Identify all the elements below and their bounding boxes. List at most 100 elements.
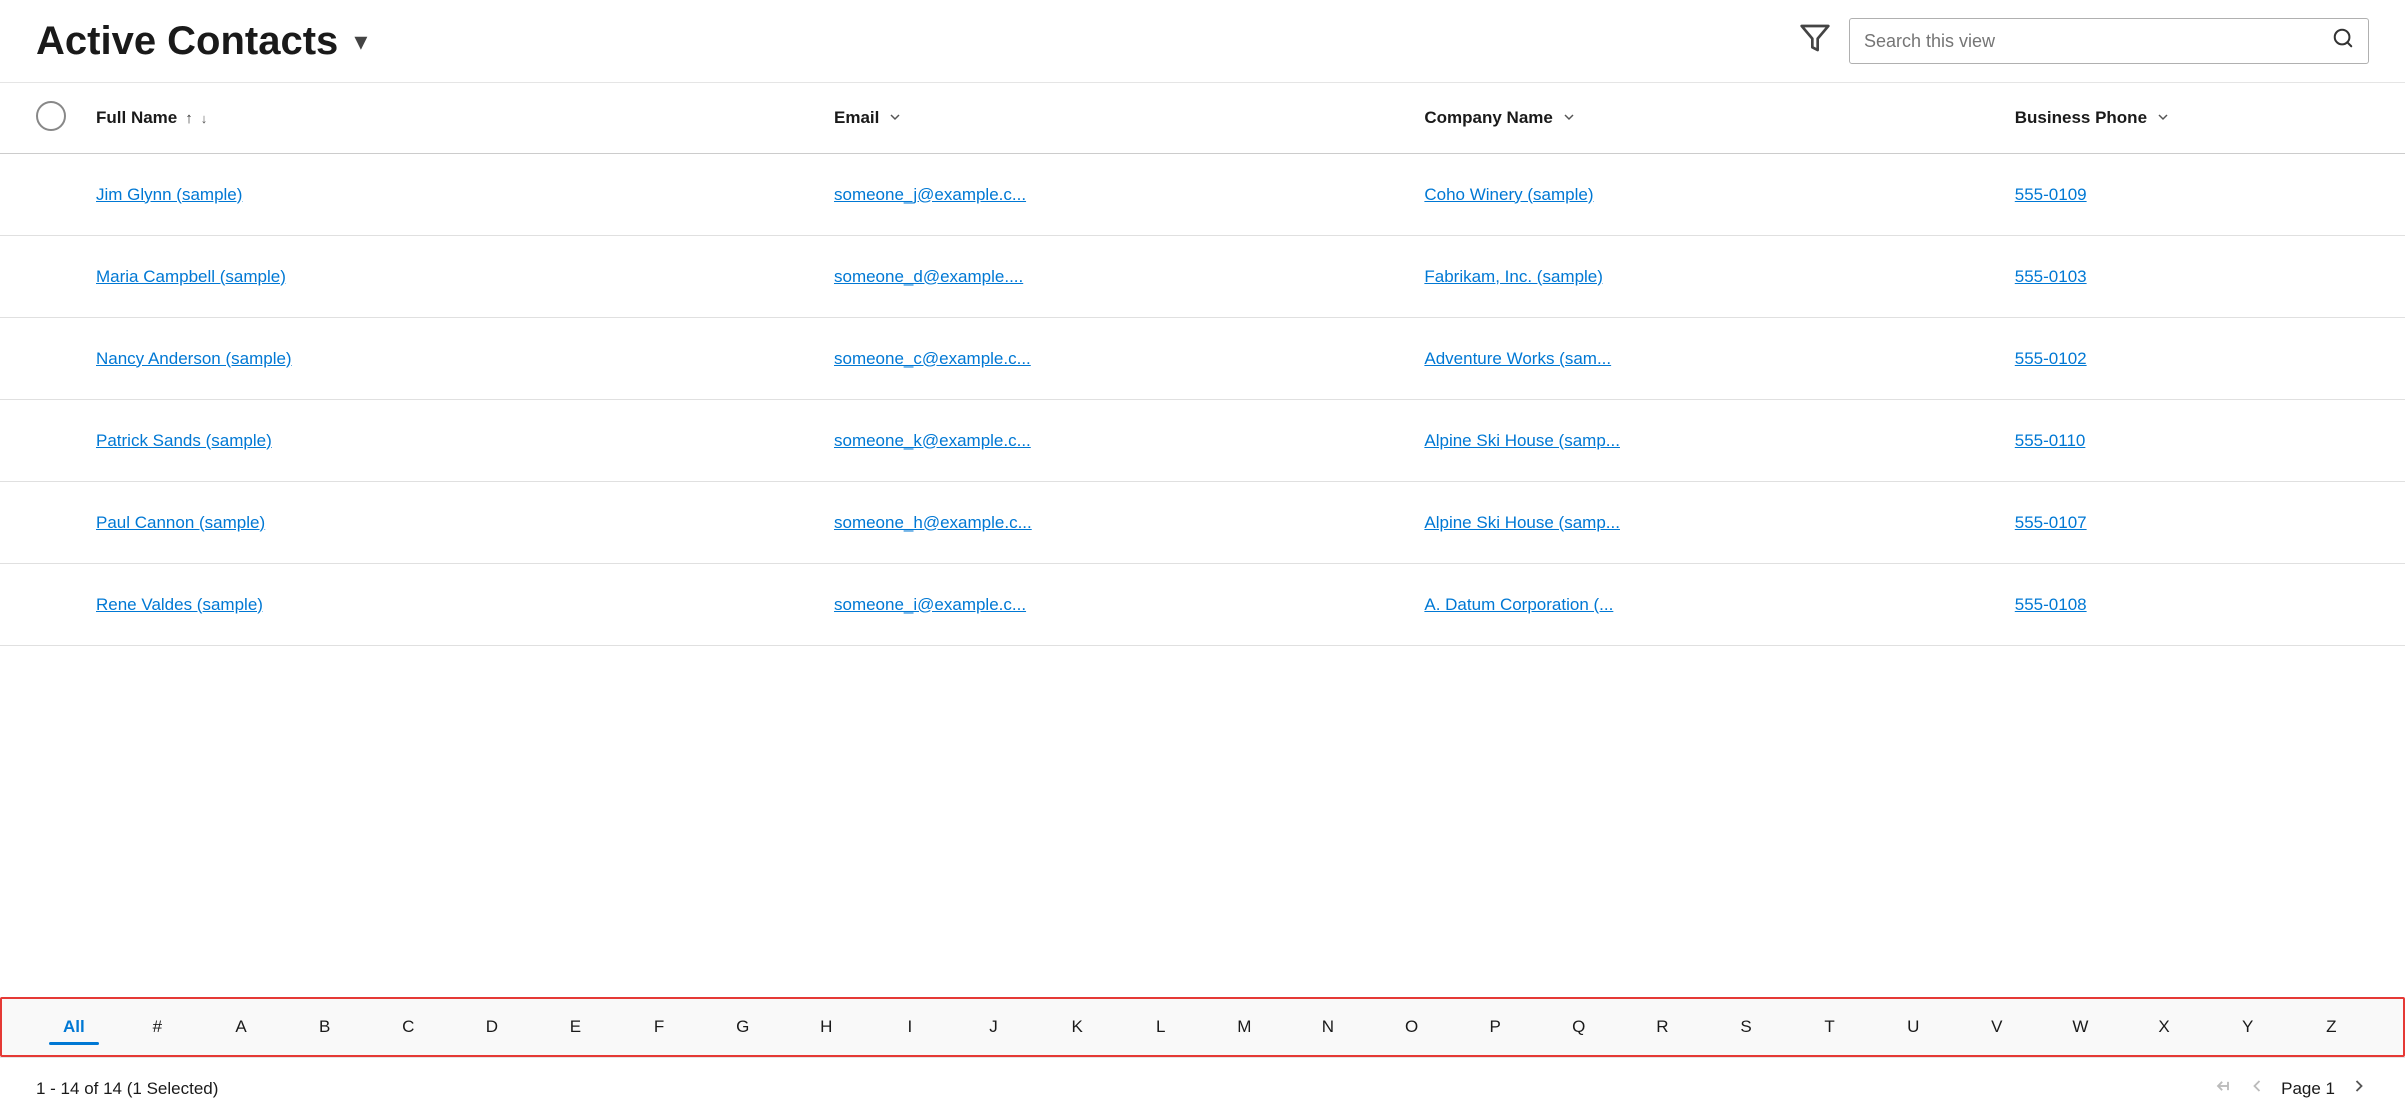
row-phone-0[interactable]: 555-0109 xyxy=(2015,185,2369,205)
fullname-link-4[interactable]: Paul Cannon (sample) xyxy=(96,513,265,532)
row-email-3[interactable]: someone_k@example.c... xyxy=(834,431,1424,451)
row-company-4[interactable]: Alpine Ski House (samp... xyxy=(1424,513,2014,533)
email-link-5[interactable]: someone_i@example.c... xyxy=(834,595,1026,614)
row-fullname-2[interactable]: Nancy Anderson (sample) xyxy=(96,349,834,369)
alpha-item-q[interactable]: Q xyxy=(1537,1009,1621,1045)
row-phone-4[interactable]: 555-0107 xyxy=(2015,513,2369,533)
row-phone-1[interactable]: 555-0103 xyxy=(2015,267,2369,287)
company-link-2[interactable]: Adventure Works (sam... xyxy=(1424,349,1611,368)
alpha-item-a[interactable]: A xyxy=(199,1009,283,1045)
alpha-item-#[interactable]: # xyxy=(116,1009,200,1045)
alpha-item-v[interactable]: V xyxy=(1955,1009,2039,1045)
page-title: Active Contacts xyxy=(36,19,338,64)
alpha-item-l[interactable]: L xyxy=(1119,1009,1203,1045)
phone-sort-icon[interactable] xyxy=(2155,109,2171,128)
fullname-link-1[interactable]: Maria Campbell (sample) xyxy=(96,267,286,286)
prev-page-icon[interactable] xyxy=(2247,1076,2267,1102)
fullname-link-2[interactable]: Nancy Anderson (sample) xyxy=(96,349,292,368)
phone-link-0[interactable]: 555-0109 xyxy=(2015,185,2087,204)
phone-link-1[interactable]: 555-0103 xyxy=(2015,267,2087,286)
alpha-item-u[interactable]: U xyxy=(1871,1009,1955,1045)
row-company-3[interactable]: Alpine Ski House (samp... xyxy=(1424,431,2014,451)
filter-icon[interactable] xyxy=(1799,22,1831,61)
alpha-item-o[interactable]: O xyxy=(1370,1009,1454,1045)
phone-link-2[interactable]: 555-0102 xyxy=(2015,349,2087,368)
alpha-item-r[interactable]: R xyxy=(1621,1009,1705,1045)
alpha-item-k[interactable]: K xyxy=(1035,1009,1119,1045)
fullname-link-0[interactable]: Jim Glynn (sample) xyxy=(96,185,242,204)
alpha-item-i[interactable]: I xyxy=(868,1009,952,1045)
alpha-item-x[interactable]: X xyxy=(2122,1009,2206,1045)
fullname-link-5[interactable]: Rene Valdes (sample) xyxy=(96,595,263,614)
alpha-item-t[interactable]: T xyxy=(1788,1009,1872,1045)
alpha-item-b[interactable]: B xyxy=(283,1009,367,1045)
phone-link-5[interactable]: 555-0108 xyxy=(2015,595,2087,614)
table-row: Maria Campbell (sample) someone_d@exampl… xyxy=(0,236,2405,318)
footer: 1 - 14 of 14 (1 Selected) Page 1 xyxy=(0,1057,2405,1120)
row-company-0[interactable]: Coho Winery (sample) xyxy=(1424,185,2014,205)
row-email-2[interactable]: someone_c@example.c... xyxy=(834,349,1424,369)
email-sort-icon[interactable] xyxy=(887,109,903,128)
alpha-item-e[interactable]: E xyxy=(534,1009,618,1045)
alpha-item-m[interactable]: M xyxy=(1203,1009,1287,1045)
row-email-5[interactable]: someone_i@example.c... xyxy=(834,595,1424,615)
row-fullname-0[interactable]: Jim Glynn (sample) xyxy=(96,185,834,205)
sort-ascending-icon[interactable]: ↑ xyxy=(185,110,193,127)
row-phone-5[interactable]: 555-0108 xyxy=(2015,595,2369,615)
next-page-icon[interactable] xyxy=(2349,1076,2369,1102)
row-company-2[interactable]: Adventure Works (sam... xyxy=(1424,349,2014,369)
alpha-bar-wrapper: All#ABCDEFGHIJKLMNOPQRSTUVWXYZ xyxy=(0,997,2405,1057)
row-company-5[interactable]: A. Datum Corporation (... xyxy=(1424,595,2014,615)
title-dropdown-icon[interactable]: ▾ xyxy=(354,26,367,57)
email-link-0[interactable]: someone_j@example.c... xyxy=(834,185,1026,204)
email-link-4[interactable]: someone_h@example.c... xyxy=(834,513,1032,532)
company-link-1[interactable]: Fabrikam, Inc. (sample) xyxy=(1424,267,1603,286)
checkbox-circle-icon[interactable] xyxy=(36,101,66,131)
company-link-4[interactable]: Alpine Ski House (samp... xyxy=(1424,513,1620,532)
sort-descending-icon[interactable]: ↓ xyxy=(201,111,208,126)
first-page-icon[interactable] xyxy=(2213,1076,2233,1102)
alpha-item-h[interactable]: H xyxy=(784,1009,868,1045)
select-all-checkbox[interactable] xyxy=(36,101,96,135)
alpha-item-g[interactable]: G xyxy=(701,1009,785,1045)
row-email-0[interactable]: someone_j@example.c... xyxy=(834,185,1424,205)
email-link-2[interactable]: someone_c@example.c... xyxy=(834,349,1031,368)
company-link-5[interactable]: A. Datum Corporation (... xyxy=(1424,595,1613,614)
company-link-3[interactable]: Alpine Ski House (samp... xyxy=(1424,431,1620,450)
row-phone-3[interactable]: 555-0110 xyxy=(2015,431,2369,451)
col-header-company: Company Name xyxy=(1424,108,2014,128)
alpha-item-f[interactable]: F xyxy=(617,1009,701,1045)
row-phone-2[interactable]: 555-0102 xyxy=(2015,349,2369,369)
alpha-item-j[interactable]: J xyxy=(952,1009,1036,1045)
table-header: Full Name ↑ ↓ Email Company Name xyxy=(0,83,2405,154)
row-fullname-4[interactable]: Paul Cannon (sample) xyxy=(96,513,834,533)
phone-link-3[interactable]: 555-0110 xyxy=(2015,431,2086,450)
fullname-link-3[interactable]: Patrick Sands (sample) xyxy=(96,431,272,450)
alpha-item-d[interactable]: D xyxy=(450,1009,534,1045)
record-count: 1 - 14 of 14 (1 Selected) xyxy=(36,1079,218,1099)
company-sort-icon[interactable] xyxy=(1561,109,1577,128)
alpha-item-p[interactable]: P xyxy=(1453,1009,1537,1045)
alpha-item-y[interactable]: Y xyxy=(2206,1009,2290,1045)
row-company-1[interactable]: Fabrikam, Inc. (sample) xyxy=(1424,267,2014,287)
search-icon xyxy=(2332,27,2354,55)
alpha-item-all[interactable]: All xyxy=(32,1009,116,1045)
row-fullname-5[interactable]: Rene Valdes (sample) xyxy=(96,595,834,615)
row-email-1[interactable]: someone_d@example.... xyxy=(834,267,1424,287)
row-fullname-3[interactable]: Patrick Sands (sample) xyxy=(96,431,834,451)
col-header-email: Email xyxy=(834,108,1424,128)
alpha-item-c[interactable]: C xyxy=(366,1009,450,1045)
email-link-3[interactable]: someone_k@example.c... xyxy=(834,431,1031,450)
row-email-4[interactable]: someone_h@example.c... xyxy=(834,513,1424,533)
search-input[interactable] xyxy=(1864,31,2322,52)
alpha-item-w[interactable]: W xyxy=(2039,1009,2123,1045)
row-fullname-1[interactable]: Maria Campbell (sample) xyxy=(96,267,834,287)
alpha-item-s[interactable]: S xyxy=(1704,1009,1788,1045)
alpha-item-z[interactable]: Z xyxy=(2289,1009,2373,1045)
alpha-item-n[interactable]: N xyxy=(1286,1009,1370,1045)
pagination: Page 1 xyxy=(2213,1076,2369,1102)
company-link-0[interactable]: Coho Winery (sample) xyxy=(1424,185,1593,204)
search-box[interactable] xyxy=(1849,18,2369,64)
phone-link-4[interactable]: 555-0107 xyxy=(2015,513,2087,532)
email-link-1[interactable]: someone_d@example.... xyxy=(834,267,1023,286)
